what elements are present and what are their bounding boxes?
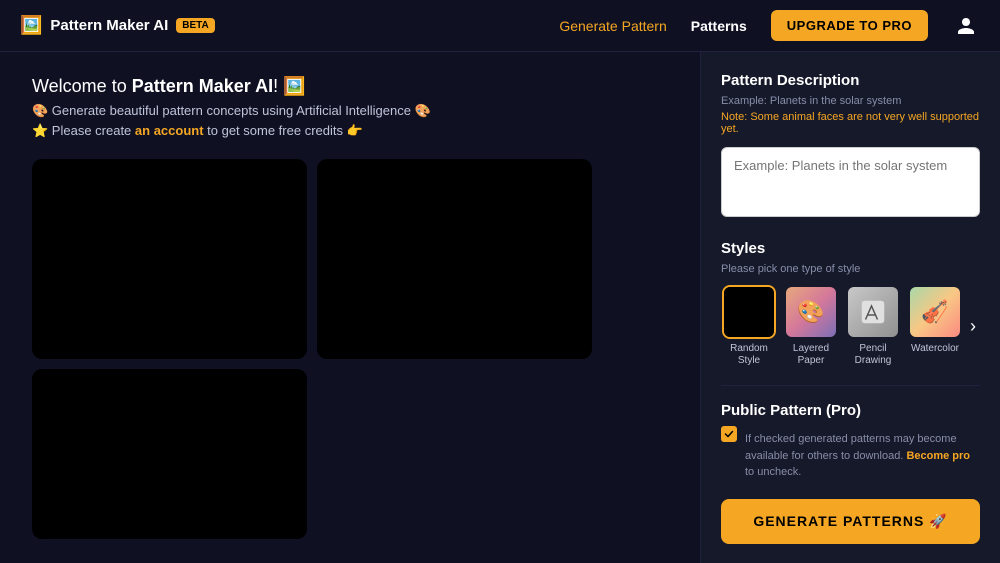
checkbox-row: If checked generated patterns may become… [721, 425, 980, 481]
upgrade-button[interactable]: UPGRADE TO PRO [771, 10, 928, 41]
style-thumb-pencil [846, 285, 900, 339]
style-label-layered: LayeredPaper [793, 343, 829, 367]
logo-text: Pattern Maker AI [50, 17, 168, 34]
left-panel: Welcome to Pattern Maker AI! 🖼️ 🎨 Genera… [0, 52, 700, 563]
public-description: If checked generated patterns may become… [745, 431, 980, 481]
patterns-nav[interactable]: Patterns [691, 18, 747, 34]
welcome-prefix: Welcome to [32, 76, 132, 96]
public-checkbox[interactable] [721, 426, 737, 442]
styles-row: RandomStyle 🎨 LayeredPaper [721, 285, 980, 367]
style-label-pencil: PencilDrawing [855, 343, 892, 367]
generate-patterns-button[interactable]: GENERATE PATTERNS 🚀 [721, 499, 980, 544]
style-thumb-watercolor: 🎻 [908, 285, 962, 339]
header: 🖼️ Pattern Maker AI BETA Generate Patter… [0, 0, 1000, 52]
pattern-thumbnail-1 [32, 159, 307, 359]
user-icon[interactable] [952, 12, 980, 40]
become-pro-link[interactable]: Become pro [906, 450, 970, 462]
create-account-link[interactable]: an account [135, 123, 204, 138]
style-item-pencil[interactable]: PencilDrawing [845, 285, 901, 367]
watercolor-style-preview: 🎻 [910, 287, 960, 337]
pattern-grid [32, 159, 592, 539]
right-panel: Pattern Description Example: Planets in … [700, 52, 1000, 563]
beta-badge: BETA [176, 18, 214, 33]
style-label-random: RandomStyle [730, 343, 768, 367]
layered-style-preview: 🎨 [786, 287, 836, 337]
style-label-watercolor: Watercolor [911, 343, 959, 355]
generate-pattern-nav[interactable]: Generate Pattern [559, 18, 666, 34]
random-style-preview [724, 287, 774, 337]
welcome-title: Welcome to Pattern Maker AI! 🖼️ [32, 76, 668, 97]
cta-line: ⭐ Please create an account to get some f… [32, 123, 668, 139]
main-content: Welcome to Pattern Maker AI! 🖼️ 🎨 Genera… [0, 52, 1000, 563]
welcome-bold: Pattern Maker AI [132, 76, 273, 96]
header-nav: Generate Pattern Patterns UPGRADE TO PRO [559, 10, 980, 41]
welcome-emoji: 🖼️ [283, 76, 305, 96]
description-input[interactable] [721, 147, 980, 217]
description-warning: Note: Some animal faces are not very wel… [721, 111, 980, 135]
style-item-layered[interactable]: 🎨 LayeredPaper [783, 285, 839, 367]
styles-hint: Please pick one type of style [721, 263, 980, 275]
style-thumb-random [722, 285, 776, 339]
style-thumb-layered: 🎨 [784, 285, 838, 339]
style-item-random[interactable]: RandomStyle [721, 285, 777, 367]
pattern-thumbnail-2 [317, 159, 592, 359]
public-title: Public Pattern (Pro) [721, 402, 980, 419]
description-title: Pattern Description [721, 72, 980, 89]
styles-section: Styles Please pick one type of style Ran… [721, 240, 980, 367]
cta-prefix: ⭐ Please create [32, 123, 135, 138]
style-item-watercolor[interactable]: 🎻 Watercolor [907, 285, 962, 367]
cta-suffix: to get some free credits 👉 [204, 123, 363, 138]
description-hint: Example: Planets in the solar system [721, 95, 980, 107]
public-desc-suffix: to uncheck. [745, 466, 801, 478]
pattern-thumbnail-3 [32, 369, 307, 539]
logo-icon: 🖼️ [20, 15, 42, 36]
styles-next-button[interactable]: › [966, 316, 980, 337]
pencil-style-preview [848, 287, 898, 337]
styles-title: Styles [721, 240, 980, 257]
public-section: Public Pattern (Pro) If checked generate… [721, 385, 980, 481]
logo-area: 🖼️ Pattern Maker AI BETA [20, 15, 215, 36]
subtitle-text: 🎨 Generate beautiful pattern concepts us… [32, 103, 668, 119]
styles-scroll: RandomStyle 🎨 LayeredPaper [721, 285, 962, 367]
